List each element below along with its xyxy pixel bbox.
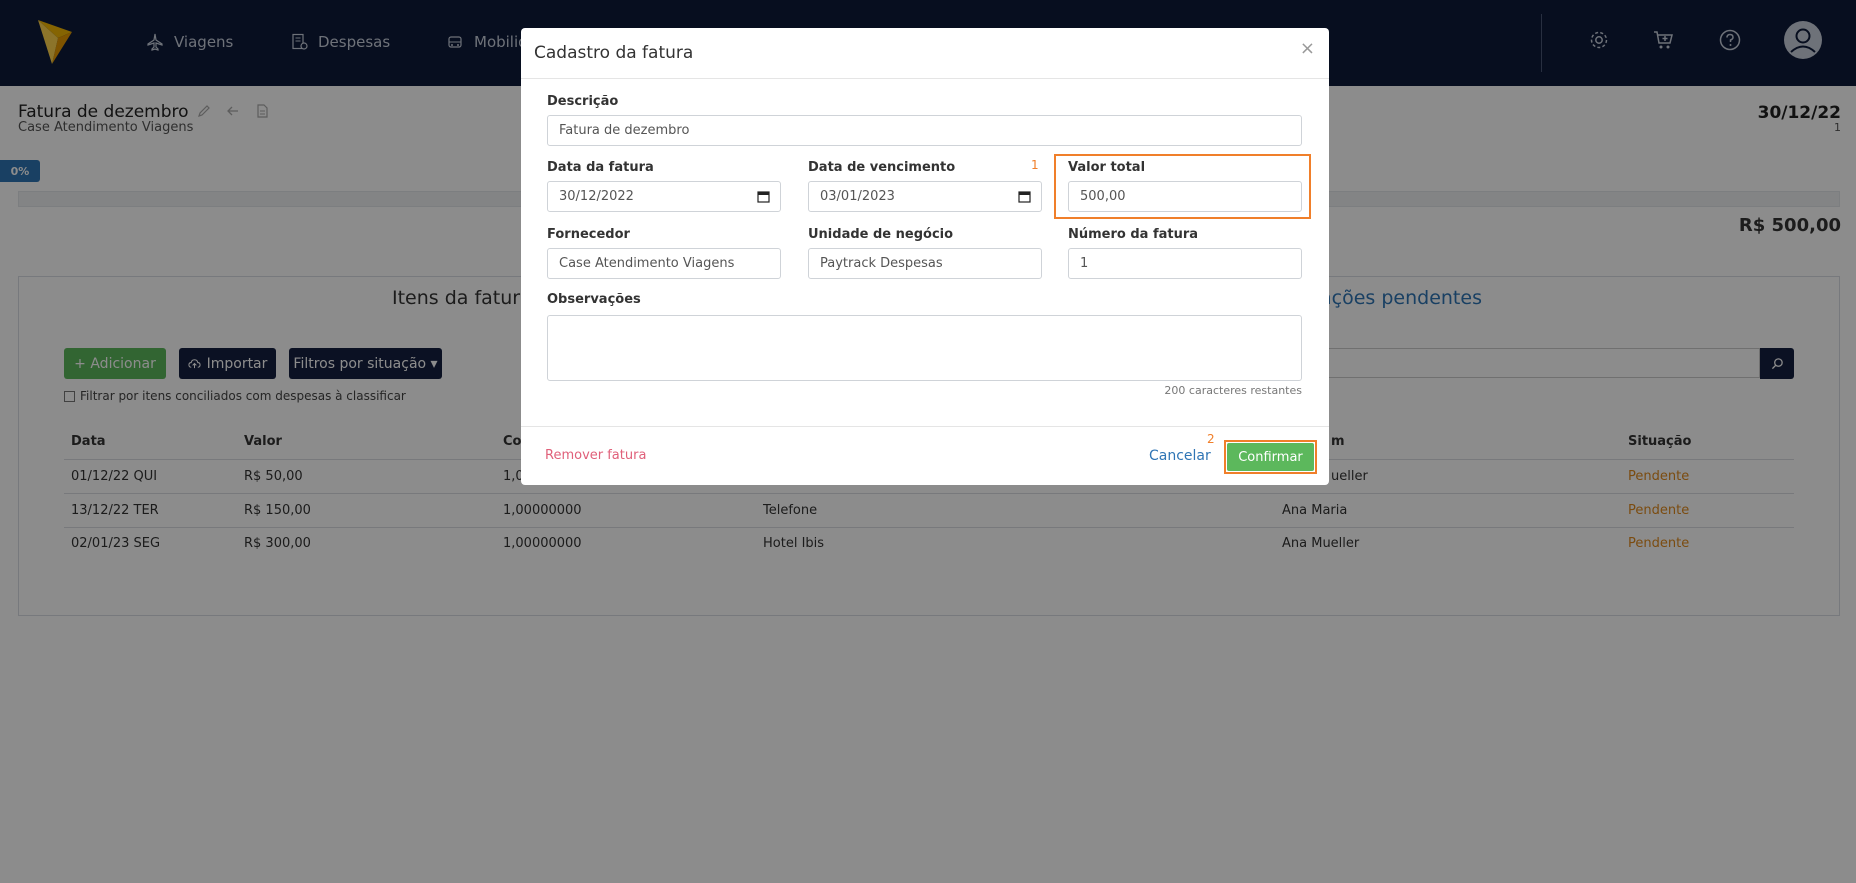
invoice-date-input[interactable]: 30/12/2022 bbox=[547, 181, 781, 212]
modal-header-divider bbox=[521, 78, 1329, 79]
invoice-date-label: Data da fatura bbox=[547, 160, 654, 175]
calendar-icon[interactable] bbox=[757, 190, 770, 203]
description-input[interactable]: Fatura de dezembro bbox=[547, 115, 1302, 146]
calendar-icon[interactable] bbox=[1018, 190, 1031, 203]
modal-footer-divider bbox=[521, 426, 1329, 427]
supplier-input[interactable]: Case Atendimento Viagens bbox=[547, 248, 781, 279]
step-marker-2: 2 bbox=[1207, 432, 1215, 446]
cancel-button[interactable]: Cancelar bbox=[1149, 448, 1211, 464]
due-date-input[interactable]: 03/01/2023 bbox=[808, 181, 1042, 212]
invoice-number-label: Número da fatura bbox=[1068, 227, 1199, 242]
business-unit-label: Unidade de negócio bbox=[808, 227, 954, 242]
total-value-input[interactable]: 500,00 bbox=[1068, 181, 1302, 212]
confirm-button[interactable]: Confirmar bbox=[1227, 443, 1314, 471]
invoice-form-modal: Cadastro da fatura × Descrição Fatura de… bbox=[521, 28, 1329, 485]
invoice-number-input[interactable]: 1 bbox=[1068, 248, 1302, 279]
step-marker-1: 1 bbox=[1031, 158, 1039, 172]
total-value-label: Valor total bbox=[1068, 160, 1146, 175]
due-date-label: Data de vencimento bbox=[808, 160, 956, 175]
chars-remaining: 200 caracteres restantes bbox=[1164, 384, 1302, 397]
invoice-date-value: 30/12/2022 bbox=[559, 189, 634, 204]
business-unit-input[interactable]: Paytrack Despesas bbox=[808, 248, 1042, 279]
notes-label: Observações bbox=[547, 292, 641, 307]
remove-invoice-link[interactable]: Remover fatura bbox=[545, 448, 646, 463]
due-date-value: 03/01/2023 bbox=[820, 189, 895, 204]
close-icon[interactable]: × bbox=[1300, 38, 1315, 59]
description-label: Descrição bbox=[547, 94, 619, 109]
notes-textarea[interactable] bbox=[547, 315, 1302, 381]
supplier-label: Fornecedor bbox=[547, 227, 630, 242]
modal-title: Cadastro da fatura bbox=[534, 43, 694, 63]
